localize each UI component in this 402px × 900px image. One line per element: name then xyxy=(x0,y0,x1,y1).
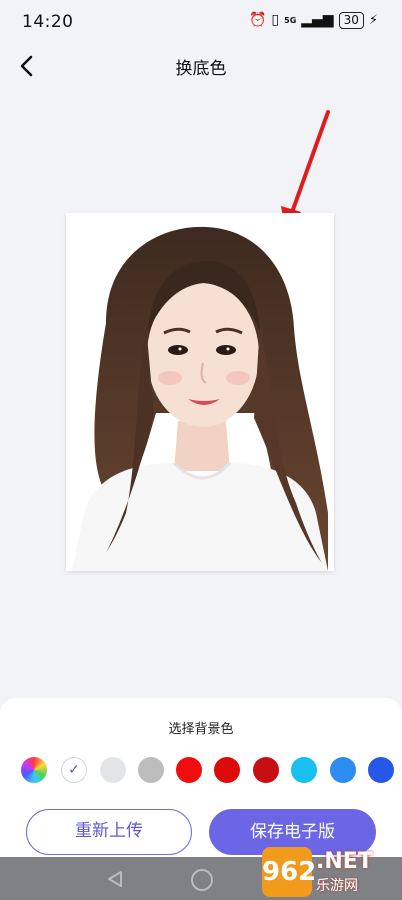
status-icons: ⏰ ▯ 5G ▂▄▆ 30 ⚡ xyxy=(249,11,378,29)
signal-icon: ▂▄▆ xyxy=(301,12,334,28)
swatch-blue[interactable] xyxy=(330,757,356,783)
status-time: 14:20 xyxy=(22,12,74,32)
check-icon: ✓ xyxy=(68,762,80,778)
watermark-site: .NET xyxy=(316,849,373,874)
panel-title: 选择背景色 xyxy=(168,722,234,737)
photo-preview xyxy=(66,213,334,571)
swatch-gray[interactable] xyxy=(138,757,164,783)
swatch-red-2[interactable] xyxy=(214,757,240,783)
nav-bar: 换底色 xyxy=(0,44,402,88)
site-watermark: 962 .NET 乐游网 xyxy=(262,847,398,897)
swatch-custom-color[interactable] xyxy=(21,757,47,783)
color-swatch-row[interactable]: ✓ xyxy=(21,757,402,783)
watermark-sub: 乐游网 xyxy=(316,878,358,894)
swatch-light-gray[interactable] xyxy=(100,757,126,783)
battery-icon: 30 xyxy=(338,11,364,29)
watermark-logo: 962 xyxy=(262,847,316,897)
swatch-light-blue[interactable] xyxy=(291,757,317,783)
alarm-icon: ⏰ xyxy=(248,12,267,28)
charging-icon: ⚡ xyxy=(368,12,378,28)
reupload-button[interactable]: 重新上传 xyxy=(26,809,192,855)
swatch-dark-red[interactable] xyxy=(253,757,279,783)
page-title: 换底色 xyxy=(175,59,227,79)
network-type: 5G xyxy=(284,15,297,25)
status-bar: 14:20 ⏰ ▯ 5G ▂▄▆ 30 ⚡ xyxy=(0,0,402,44)
swatch-red[interactable] xyxy=(176,757,202,783)
vibrate-icon: ▯ xyxy=(271,12,280,28)
swatch-royal-blue[interactable] xyxy=(368,757,394,783)
swatch-white[interactable]: ✓ xyxy=(61,757,87,783)
nav-home-icon[interactable] xyxy=(191,869,213,891)
nav-back-icon[interactable] xyxy=(105,869,125,889)
portrait-photo xyxy=(72,226,328,571)
